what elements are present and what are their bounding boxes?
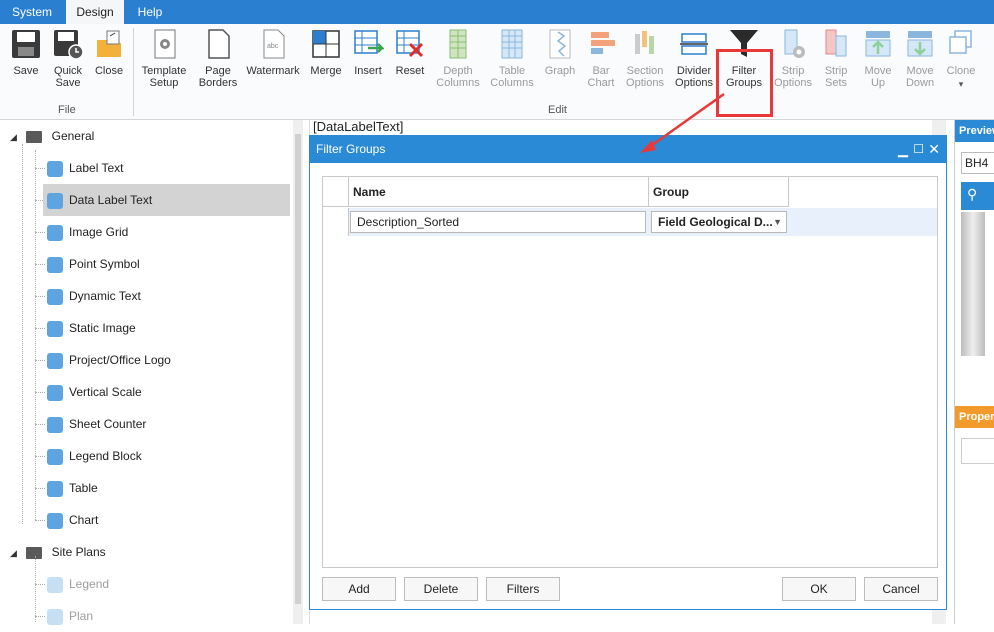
right-panel: Preview BH4 ⚲ Properties bbox=[954, 120, 994, 624]
properties-field[interactable] bbox=[961, 438, 994, 464]
search-icon: ⚲ bbox=[967, 186, 978, 202]
preview-strip bbox=[961, 212, 985, 356]
properties-header: Properties bbox=[955, 406, 994, 428]
annotation-arrow bbox=[640, 92, 725, 153]
search-button[interactable]: ⚲ bbox=[961, 182, 994, 210]
borehole-select[interactable]: BH4 bbox=[961, 152, 994, 174]
preview-header: Preview bbox=[955, 120, 994, 142]
